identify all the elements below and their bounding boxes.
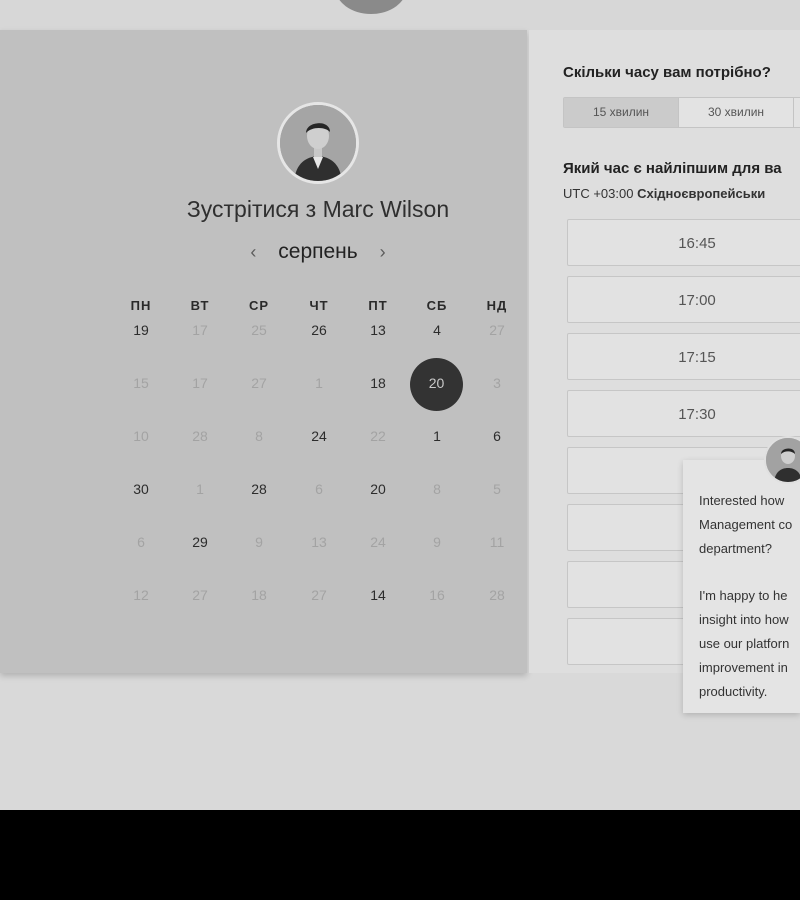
- calendar-day-available[interactable]: 24: [294, 428, 344, 444]
- weekday-header: НД: [486, 298, 508, 313]
- time-slot-label: 17:15: [678, 349, 716, 366]
- speech-bubble-logo: [335, 0, 407, 14]
- weekday-header: ПН: [130, 298, 152, 313]
- calendar-panel: Зустрітися з Marc Wilson ‹ серпень › ПН В…: [0, 30, 527, 673]
- calendar-day-available[interactable]: 30: [116, 481, 166, 497]
- weekday-header: ПТ: [368, 298, 388, 313]
- calendar-day-available[interactable]: 14: [353, 587, 403, 603]
- weekday-header: СБ: [426, 298, 448, 313]
- calendar-day-unavailable: 16: [429, 587, 445, 603]
- timezone-name[interactable]: Східноєвропейськи: [637, 186, 765, 201]
- calendar-day-unavailable: 10: [133, 428, 149, 444]
- chat-message: Interested how Management co department?…: [699, 489, 800, 704]
- chevron-left-icon[interactable]: ‹: [240, 242, 266, 263]
- calendar-day-available[interactable]: 26: [294, 322, 344, 338]
- calendar-day-available[interactable]: 28: [234, 481, 284, 497]
- chat-line: Interested how: [699, 493, 785, 508]
- time-question: Який час є найліпшим для ва: [563, 160, 782, 177]
- duration-option-15[interactable]: 15 хвилин: [564, 98, 679, 127]
- time-slot[interactable]: 17:00: [567, 276, 800, 323]
- duration-option-more[interactable]: [794, 98, 800, 127]
- calendar-day-unavailable: 17: [192, 322, 208, 338]
- calendar-day-unavailable: 27: [251, 375, 267, 391]
- calendar-day-unavailable: 6: [315, 481, 323, 497]
- time-slot[interactable]: 17:30: [567, 390, 800, 437]
- calendar-day-unavailable: 9: [255, 534, 263, 550]
- calendar-day-available[interactable]: 13: [353, 322, 403, 338]
- chat-line: productivity.: [699, 684, 768, 699]
- weekday-header: ВТ: [190, 298, 210, 313]
- calendar-day-unavailable: 13: [311, 534, 327, 550]
- calendar-day-unavailable: 25: [251, 322, 267, 338]
- calendar-day-available[interactable]: 18: [353, 375, 403, 391]
- calendar-day-unavailable: 27: [311, 587, 327, 603]
- chat-line: use our platforn: [699, 636, 790, 651]
- calendar-day-unavailable: 18: [251, 587, 267, 603]
- chat-line: improvement in: [699, 660, 788, 675]
- calendar-day-available[interactable]: 20: [353, 481, 403, 497]
- calendar-day-available[interactable]: 4: [412, 322, 462, 338]
- time-slot-label: 17:30: [678, 406, 716, 423]
- calendar-day-unavailable: 17: [192, 375, 208, 391]
- calendar-day-available[interactable]: 1: [412, 428, 462, 444]
- calendar-day-unavailable: 8: [433, 481, 441, 497]
- calendar-day-unavailable: 1: [315, 375, 323, 391]
- month-label: серпень: [278, 240, 358, 263]
- timezone-offset: UTC +03:00: [563, 186, 634, 201]
- calendar-day-unavailable: 3: [493, 375, 501, 391]
- timezone-label: UTC +03:00 Східноєвропейськи: [563, 186, 765, 201]
- chat-line: I'm happy to he: [699, 588, 788, 603]
- calendar-day-unavailable: 28: [192, 428, 208, 444]
- top-header: [0, 0, 800, 30]
- duration-option-30[interactable]: 30 хвилин: [679, 98, 794, 127]
- time-slot[interactable]: 16:45: [567, 219, 800, 266]
- weekday-header: ЧТ: [309, 298, 329, 313]
- duration-selector: 15 хвилин 30 хвилин: [563, 97, 800, 128]
- calendar-day-unavailable: 15: [133, 375, 149, 391]
- calendar-day-available[interactable]: 6: [472, 428, 522, 444]
- meet-with-title: Зустрітися з Marc Wilson: [100, 196, 536, 223]
- host-name: Marc Wilson: [322, 196, 450, 222]
- chat-line: insight into how: [699, 612, 789, 627]
- calendar-day-unavailable: 28: [489, 587, 505, 603]
- calendar-day-selected[interactable]: 20: [410, 358, 463, 411]
- calendar-day-unavailable: 27: [489, 322, 505, 338]
- bottom-black-band: [0, 810, 800, 900]
- calendar-day-unavailable: 22: [370, 428, 386, 444]
- meet-with-label: Зустрітися з: [186, 196, 317, 222]
- calendar-day-unavailable: 1: [196, 481, 204, 497]
- calendar-day-available[interactable]: 29: [175, 534, 225, 550]
- calendar-day-unavailable: 6: [137, 534, 145, 550]
- chevron-right-icon[interactable]: ›: [370, 242, 396, 263]
- person-avatar-icon: [280, 105, 356, 181]
- calendar-day-unavailable: 8: [255, 428, 263, 444]
- time-slot-label: 17:00: [678, 292, 716, 309]
- calendar-day-unavailable: 5: [493, 481, 501, 497]
- calendar-day-unavailable: 9: [433, 534, 441, 550]
- person-avatar-icon: [766, 438, 800, 482]
- chat-line: Management co: [699, 517, 793, 532]
- chat-line: department?: [699, 541, 772, 556]
- calendar-day-unavailable: 12: [133, 587, 149, 603]
- calendar-day-unavailable: 27: [192, 587, 208, 603]
- weekday-header: СР: [248, 298, 270, 313]
- time-slot[interactable]: 17:15: [567, 333, 800, 380]
- calendar-day-unavailable: 24: [370, 534, 386, 550]
- calendar-day-unavailable: 11: [489, 534, 505, 550]
- calendar-day-available[interactable]: 19: [116, 322, 166, 338]
- chat-popup[interactable]: Interested how Management co department?…: [683, 460, 800, 713]
- time-slot-label: 16:45: [678, 235, 716, 252]
- duration-question: Скільки часу вам потрібно?: [563, 64, 771, 81]
- month-navigator: ‹ серпень ›: [200, 240, 436, 264]
- host-avatar: [277, 102, 359, 184]
